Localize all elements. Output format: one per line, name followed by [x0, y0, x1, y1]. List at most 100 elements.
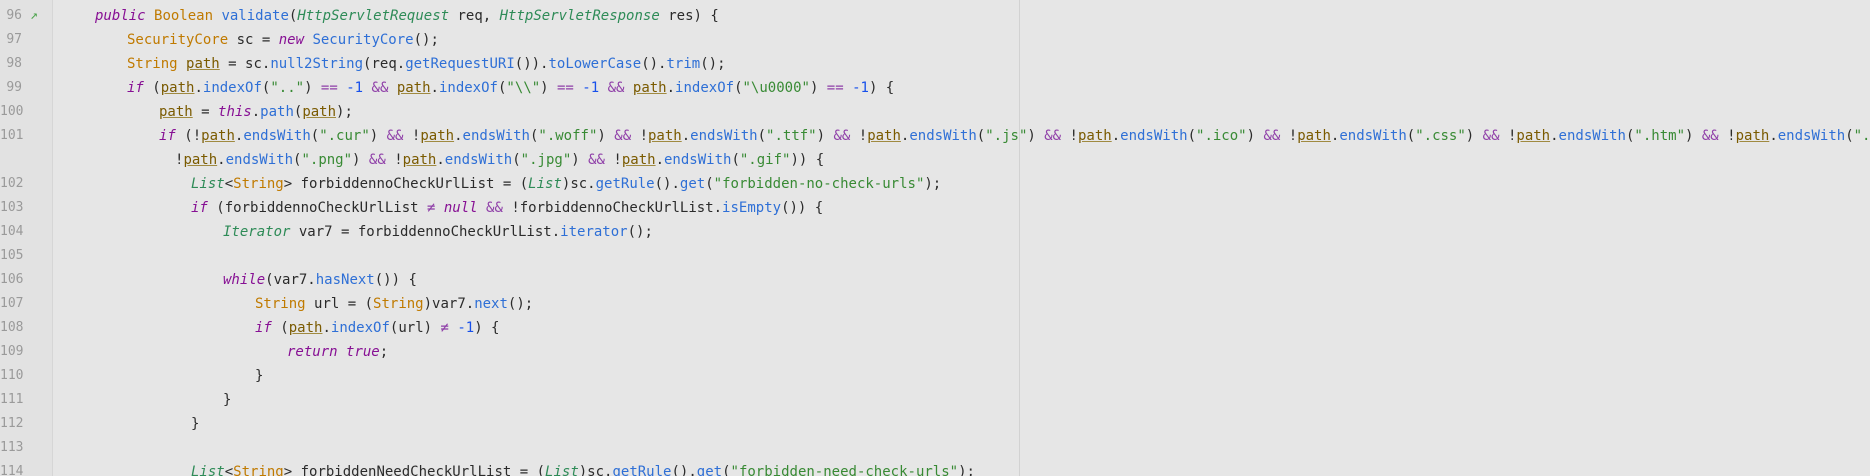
- code-token: &&: [1044, 128, 1070, 144]
- code-token: forbiddenNeedCheckUrlList = (: [300, 464, 546, 476]
- code-line[interactable]: 97 SecurityCore sc = new SecurityCore();: [0, 28, 1870, 52]
- code-token: .: [322, 320, 331, 336]
- code-token: if: [255, 320, 281, 336]
- code-token: (: [1845, 128, 1854, 144]
- code-token: "\u0000": [742, 80, 810, 96]
- code-line[interactable]: 112}: [0, 412, 1870, 436]
- code-line[interactable]: 103 if (forbiddennoCheckUrlList ≠ null &&…: [0, 196, 1870, 220]
- code-token: "forbidden-no-check-urls": [713, 176, 925, 192]
- code-token: getRequestURI: [405, 56, 515, 72]
- code-line[interactable]: 113: [0, 436, 1870, 460]
- code-token: !: [394, 152, 403, 168]
- code-text: if (!path.endsWith(".cur") && !path.ends…: [159, 124, 1870, 148]
- code-token: ();: [507, 296, 534, 312]
- code-token: getRule: [612, 464, 672, 476]
- code-token: )sc.: [561, 176, 596, 192]
- code-token: (: [757, 128, 767, 144]
- override-icon[interactable]: ↗: [30, 9, 44, 23]
- code-token: path: [160, 80, 195, 96]
- code-text: while(var7.hasNext()) {: [223, 268, 417, 292]
- code-editor[interactable]: 96 ↗ public Boolean validate(HttpServletRe…: [0, 0, 1870, 476]
- code-line[interactable]: 98 String path = sc.null2String(req.getRe…: [0, 52, 1870, 76]
- code-token: this: [218, 104, 252, 120]
- code-token: &&: [833, 128, 859, 144]
- code-token: (var7.: [265, 272, 316, 288]
- code-line[interactable]: 99 if (path.indexOf("..") == -1 && path.i…: [0, 76, 1870, 100]
- line-number: 113: [0, 440, 24, 455]
- code-line[interactable]: 105: [0, 244, 1870, 268]
- code-line[interactable]: 101 if (!path.endsWith(".cur") && !path.e…: [0, 124, 1870, 148]
- code-line[interactable]: 108 if (path.indexOf(url) ≠ -1) {: [0, 316, 1870, 340]
- code-token: (: [731, 152, 740, 168]
- line-number: 96: [6, 8, 22, 23]
- code-token: endsWith: [462, 128, 530, 144]
- code-token: endsWith: [1339, 128, 1407, 144]
- code-line[interactable]: 107 String url = (String)var7.next();: [0, 292, 1870, 316]
- code-token: HttpServletRequest: [297, 8, 450, 24]
- code-token: path: [396, 80, 431, 96]
- code-token: ".jpg": [520, 152, 572, 168]
- code-token: path: [1077, 128, 1112, 144]
- code-token: endsWith: [1120, 128, 1188, 144]
- code-line[interactable]: 111}: [0, 388, 1870, 412]
- code-token: (req.: [363, 56, 406, 72]
- code-token: if: [191, 200, 217, 216]
- code-token: );: [958, 464, 975, 476]
- line-number: 99: [6, 80, 22, 95]
- code-text: String url = (String)var7.next();: [255, 292, 533, 316]
- code-token: (forbiddennoCheckUrlList: [216, 200, 428, 216]
- code-line[interactable]: 114 List<String> forbiddenNeedCheckUrlLis…: [0, 460, 1870, 476]
- code-line[interactable]: 102 List<String> forbiddennoCheckUrlList …: [0, 172, 1870, 196]
- code-token: endsWith: [1558, 128, 1626, 144]
- code-token: <: [224, 464, 234, 476]
- line-number: 111: [0, 392, 24, 407]
- code-token: >: [283, 464, 301, 476]
- line-number: 103: [0, 200, 24, 215]
- line-number: 107: [0, 296, 24, 311]
- code-token: path: [632, 80, 667, 96]
- code-text: if (path.indexOf("..") == -1 && path.ind…: [127, 76, 894, 100]
- code-token: get: [696, 464, 723, 476]
- code-line[interactable]: 100 path = this.path(path);: [0, 100, 1870, 124]
- code-token: )var7.: [423, 296, 475, 312]
- code-token: ".js": [985, 128, 1028, 144]
- code-token: ): [597, 128, 615, 144]
- code-token: endsWith: [225, 152, 294, 168]
- code-line[interactable]: 106 while(var7.hasNext()) {: [0, 268, 1870, 292]
- code-line[interactable]: !path.endsWith(".png") && !path.endsWith…: [0, 148, 1870, 172]
- code-text: List<String> forbiddennoCheckUrlList = (…: [191, 172, 941, 196]
- code-token: ".ico": [1196, 128, 1247, 144]
- code-token: path: [867, 128, 901, 144]
- code-text: List<String> forbiddenNeedCheckUrlList =…: [191, 460, 975, 476]
- code-token: ().: [654, 176, 680, 192]
- code-token: (: [722, 464, 731, 476]
- code-token: indexOf: [438, 80, 498, 96]
- code-token: List: [191, 176, 225, 192]
- code-token: null: [443, 200, 487, 216]
- code-token: &&: [1701, 128, 1728, 144]
- code-token: HttpServletResponse: [499, 8, 660, 24]
- code-token: !: [1288, 128, 1298, 144]
- code-token: !: [613, 152, 622, 168]
- code-line[interactable]: 110}: [0, 364, 1870, 388]
- code-token: isEmpty: [722, 200, 782, 216]
- code-token: path: [420, 128, 455, 144]
- code-token: (: [976, 128, 986, 144]
- code-line[interactable]: 104 Iterator var7 = forbiddennoCheckUrlLi…: [0, 220, 1870, 244]
- code-token: path: [1735, 128, 1770, 144]
- line-number: 97: [6, 32, 22, 47]
- code-token: path: [1297, 128, 1331, 144]
- code-line[interactable]: 96 ↗ public Boolean validate(HttpServletRe…: [0, 4, 1870, 28]
- code-token: (: [705, 176, 714, 192]
- code-token: endsWith: [444, 152, 513, 168]
- code-text: if (forbiddennoCheckUrlList ≠ null && !f…: [191, 196, 823, 220]
- code-token: ".png": [301, 152, 353, 168]
- code-line[interactable]: 109 return true;: [0, 340, 1870, 364]
- code-token: ): [304, 80, 321, 96]
- code-token: endsWith: [1777, 128, 1846, 144]
- code-token: path: [1516, 128, 1551, 144]
- code-token: .: [436, 152, 445, 168]
- code-token: new: [278, 32, 313, 48]
- code-token: path: [402, 152, 437, 168]
- code-text: String path = sc.null2String(req.getRequ…: [127, 52, 726, 76]
